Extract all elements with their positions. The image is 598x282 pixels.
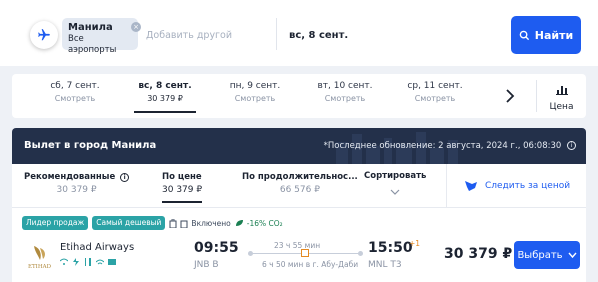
date-tab-price: Смотреть — [234, 94, 276, 103]
date-tab-price: Смотреть — [324, 94, 366, 103]
date-tab-day: пн, 9 сент. — [229, 81, 281, 91]
amenities — [60, 258, 116, 266]
select-button-label: Выбрать — [517, 249, 563, 261]
bar-chart-icon — [555, 86, 568, 95]
origin-chip[interactable]: Манила Все аэропорты × — [62, 18, 141, 55]
sort-by-duration-label: По продолжительнос... — [242, 172, 358, 182]
price-chart-toggle[interactable]: Цена — [536, 80, 586, 112]
sort-by-price-value: 30 379 ₽ — [162, 185, 203, 195]
search-bar: Манила Все аэропорты × Добавить другой в… — [0, 0, 598, 66]
departure-time: 09:55 — [194, 240, 239, 256]
wifi-icon — [60, 258, 68, 265]
search-icon — [519, 30, 529, 40]
result-tags: Лидер продаж Самый дешевый Включено -16%… — [22, 216, 283, 230]
chevron-right-icon — [506, 89, 515, 103]
arrival-time: 15:50 — [368, 240, 413, 256]
origin-plane-button[interactable] — [30, 21, 58, 49]
plane-icon — [38, 29, 50, 41]
leaf-icon — [235, 220, 243, 226]
price-alert-icon — [464, 181, 477, 191]
direction-title: Вылет в город Манила — [24, 140, 157, 151]
date-tab[interactable]: вт, 10 сент. Смотреть — [300, 80, 390, 105]
last-updated: *Последнее обновление: 2 августа, 2024 г… — [324, 141, 576, 151]
baggage-included: Включено — [169, 218, 231, 228]
date-value: вс, 8 сент. — [289, 30, 349, 41]
chevron-down-icon — [390, 189, 400, 195]
search-button-label: Найти — [534, 28, 574, 42]
direction-header: Вылет в город Манила *Последнее обновлен… — [12, 128, 586, 164]
follow-price-label: Следить за ценой — [484, 181, 571, 191]
flight-price: 30 379 ₽ — [444, 246, 513, 262]
next-dates-button[interactable] — [500, 86, 520, 106]
flight-duration: 23 ч 55 мин — [274, 241, 321, 250]
departure-airport: JNB B — [194, 260, 219, 270]
airline-name: Etihad Airways — [60, 242, 135, 253]
date-tab-active[interactable]: вс, 8 сент. 30 379 ₽ — [120, 80, 210, 113]
co2-badge: -16% CO₂ — [235, 219, 283, 228]
baggage-icon — [169, 218, 177, 228]
sort-recommended-value: 30 379 ₽ — [56, 185, 97, 195]
last-updated-text: *Последнее обновление: 2 августа, 2024 г… — [323, 141, 562, 151]
power-icon — [73, 258, 79, 266]
co2-label: -16% CO₂ — [246, 218, 283, 228]
date-tab-price: Смотреть — [414, 94, 456, 103]
carry-on-icon — [180, 220, 188, 228]
date-tab-price: Смотреть — [54, 94, 96, 103]
date-tab[interactable]: ср, 11 сент. Смотреть — [390, 80, 480, 105]
price-toggle-label: Цена — [549, 102, 574, 112]
bestseller-badge: Лидер продаж — [22, 216, 89, 230]
flight-result-card[interactable]: Лидер продаж Самый дешевый Включено -16%… — [12, 208, 586, 282]
route-start-dot — [248, 251, 253, 256]
included-label: Включено — [191, 218, 231, 228]
date-tab-day: вт, 10 сент. — [317, 81, 373, 91]
date-tab-day: ср, 11 сент. — [407, 81, 463, 91]
date-tab[interactable]: пн, 9 сент. Смотреть — [210, 80, 300, 105]
add-airport-input[interactable]: Добавить другой — [146, 30, 232, 41]
signal-icon — [96, 259, 104, 265]
arrival-airport: MNL T3 — [368, 260, 402, 270]
layover-marker — [301, 249, 309, 257]
sort-by-price-label: По цене — [162, 172, 202, 182]
route-end-dot — [358, 251, 363, 256]
info-icon[interactable]: i — [567, 141, 576, 150]
entertainment-icon — [108, 259, 116, 265]
sort-recommended[interactable]: Рекомендованные i 30 379 ₽ — [24, 171, 130, 197]
etihad-logo: ETIHAD — [26, 244, 54, 270]
search-button[interactable]: Найти — [511, 16, 581, 54]
date-tab[interactable]: сб, 7 сент. Смотреть — [30, 80, 120, 105]
sort-by-price[interactable]: По цене 30 379 ₽ — [162, 171, 203, 203]
date-tab-day: вс, 8 сент. — [138, 81, 192, 91]
meal-icon — [85, 258, 91, 266]
chevron-down-icon — [568, 252, 577, 258]
chip-remove-icon[interactable]: × — [131, 22, 141, 32]
origin-chip-title: Манила — [68, 22, 113, 33]
date-strip: сб, 7 сент. Смотреть вс, 8 сент. 30 379 … — [12, 74, 586, 118]
sort-by-duration-value: 66 576 ₽ — [279, 185, 320, 195]
arrival-next-day: +1 — [409, 239, 421, 248]
date-field[interactable]: вс, 8 сент. — [281, 14, 503, 56]
sort-dropdown-label: Сортировать — [364, 171, 427, 181]
layover-info: 6 ч 50 мин в г. Абу-Даби — [262, 260, 359, 269]
sort-recommended-label: Рекомендованные — [24, 172, 116, 182]
select-flight-button[interactable]: Выбрать — [514, 241, 580, 269]
divider — [276, 18, 277, 50]
origin-chip-subtitle: Все аэропорты — [68, 34, 117, 55]
date-tab-day: сб, 7 сент. — [50, 81, 100, 91]
sort-dropdown[interactable]: Сортировать — [364, 171, 426, 200]
sort-row: Рекомендованные i 30 379 ₽ По цене 30 37… — [12, 164, 586, 208]
svg-text:ETIHAD: ETIHAD — [28, 264, 52, 270]
follow-price-button[interactable]: Следить за ценой — [446, 164, 586, 208]
cheapest-badge: Самый дешевый — [92, 216, 166, 230]
sort-by-duration[interactable]: По продолжительнос... 66 576 ₽ — [242, 171, 358, 197]
date-tab-price: 30 379 ₽ — [147, 94, 183, 103]
info-icon[interactable]: i — [120, 173, 130, 182]
